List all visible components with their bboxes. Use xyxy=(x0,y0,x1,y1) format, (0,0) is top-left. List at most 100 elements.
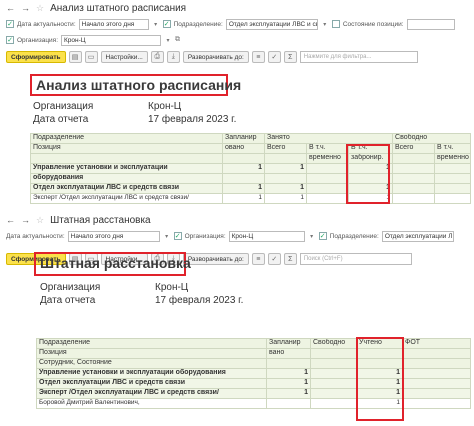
dept-field[interactable]: Отдел эксплуатации ЛВС и связи xyxy=(381,230,454,242)
row-planned: 1 xyxy=(266,378,311,389)
org-checkbox[interactable]: ✓ xyxy=(6,36,14,44)
expand-to-button[interactable]: Разворачивать до: xyxy=(182,51,249,63)
table-row[interactable]: Боровой Дмитрий Валентинович, 1 xyxy=(36,398,471,409)
settings-button[interactable]: Настройки... xyxy=(100,51,148,63)
row-total: 1 xyxy=(264,193,307,204)
chevron-down-icon[interactable]: ▾ xyxy=(163,233,171,240)
table-row[interactable]: Управление установки и эксплуатации 1 1 … xyxy=(30,163,472,174)
sum-icon[interactable]: Σ xyxy=(283,253,297,265)
chevron-down-icon[interactable]: ▾ xyxy=(321,21,329,28)
dept-checkbox[interactable]: ✓ xyxy=(318,232,327,240)
col-header-total: Всего xyxy=(264,143,307,154)
favorite-star-icon[interactable]: ☆ xyxy=(36,215,44,226)
row-name: Отдел эксплуатации ЛВС и средств связи xyxy=(30,183,223,194)
row-name: Управление установки и эксплуатации обор… xyxy=(36,368,267,379)
table-row[interactable]: Отдел эксплуатации ЛВС и средств связи 1… xyxy=(30,183,472,194)
search-input[interactable]: Поиск (Ctrl+F) xyxy=(299,253,412,265)
org-field[interactable]: Крон-Ц xyxy=(61,34,162,46)
table-row[interactable]: Отдел эксплуатации ЛВС и средств связи 1… xyxy=(36,378,471,389)
org-field[interactable]: Крон-Ц xyxy=(228,230,305,242)
placement-table: Подразделение Запланир Свободно Учтено Ф… xyxy=(36,338,471,409)
level-icon[interactable]: ≡ xyxy=(251,253,265,265)
report-area: Анализ штатного расписания Организация К… xyxy=(0,68,474,212)
col-header-planned: Запланир xyxy=(222,133,265,144)
report-window-staff-placement: ← → ☆ Штатная расстановка Дата актуально… xyxy=(0,212,474,426)
col-header-planned-2: вано xyxy=(266,348,311,359)
table-row[interactable]: Эксперт /Отдел эксплуатации ЛВС и средст… xyxy=(30,193,472,204)
col-header-planned-2: овано xyxy=(222,143,265,154)
col-header-free-temp: В т.ч. xyxy=(434,143,472,154)
col-header-occupied: Занято xyxy=(263,133,394,144)
col-header-free-temp-2: временно xyxy=(434,153,472,164)
state-checkbox[interactable] xyxy=(331,20,340,28)
highlight-reserved-column xyxy=(346,144,390,204)
print-icon[interactable]: ⎙ xyxy=(150,51,164,63)
dept-label: Подразделение: xyxy=(329,232,379,240)
org-caption: Организация xyxy=(40,282,101,293)
row-name: Эксперт /Отдел эксплуатации ЛВС и средст… xyxy=(30,193,223,204)
save-icon[interactable]: ▤ xyxy=(68,51,82,63)
col-header-position: Позиция xyxy=(36,348,267,359)
report-title: Штатная расстановка xyxy=(40,255,191,271)
report-area: Штатная расстановка Организация Крон-Ц Д… xyxy=(0,252,474,426)
filter-hint-field[interactable]: Нажмите для фильтра... xyxy=(299,51,418,63)
col-header-position: Позиция xyxy=(30,143,223,154)
col-header-temp: В т.ч. xyxy=(306,143,349,154)
col-header-planned: Запланир xyxy=(266,338,311,349)
forward-arrow-icon[interactable]: → xyxy=(21,215,30,225)
forward-arrow-icon[interactable]: → xyxy=(21,3,30,13)
window-title: Штатная расстановка xyxy=(50,214,151,226)
generate-button[interactable]: Сформировать xyxy=(6,51,66,63)
row-planned: 1 xyxy=(222,193,265,204)
row-name: Управление установки и эксплуатации xyxy=(30,163,223,174)
window-title: Анализ штатного расписания xyxy=(50,2,187,14)
org-value: Крон-Ц xyxy=(155,282,189,293)
dept-field[interactable]: Отдел эксплуатации ЛВС и связи xyxy=(225,18,318,30)
dept-checkbox[interactable]: ✓ xyxy=(162,20,171,28)
row-planned: 1 xyxy=(266,388,311,399)
row-name-cont: оборудования xyxy=(30,173,223,184)
date-caption: Дата отчета xyxy=(40,295,96,306)
check-icon[interactable]: ✓ xyxy=(267,253,281,265)
org-value: Крон-Ц xyxy=(148,101,182,112)
col-header-free: Свободно xyxy=(392,133,472,144)
chevron-down-icon[interactable]: ▾ xyxy=(308,233,316,240)
col-header-free: Свободно xyxy=(310,338,357,349)
row-name: Отдел эксплуатации ЛВС и средств связи xyxy=(36,378,267,389)
date-caption: Дата отчета xyxy=(33,114,89,125)
filter-row-2: ✓ Организация: Крон-Ц ▾ ⧉ xyxy=(0,32,474,48)
favorite-star-icon[interactable]: ☆ xyxy=(36,3,44,14)
open-icon[interactable]: ⧉ xyxy=(175,36,180,44)
chevron-down-icon[interactable]: ▾ xyxy=(164,37,172,44)
toolbar: Сформировать ▤ ▭ Настройки... ⎙ ⤓ Развор… xyxy=(0,48,474,66)
filter-row-1: ✓ Дата актуальности: Начало этого дня ▾ … xyxy=(0,16,474,32)
report-window-staffing-analysis: ← → ☆ Анализ штатного расписания ✓ Дата … xyxy=(0,0,474,212)
check-icon[interactable]: ✓ xyxy=(267,51,281,63)
date-field[interactable]: Начало этого дня xyxy=(78,18,149,30)
window-titlebar: ← → ☆ Штатная расстановка xyxy=(0,212,474,228)
analysis-table: Подразделение Запланир Занято Свободно П… xyxy=(30,133,472,204)
level-icon[interactable]: ≡ xyxy=(251,51,265,63)
back-arrow-icon[interactable]: ← xyxy=(6,3,15,13)
org-checkbox[interactable]: ✓ xyxy=(173,232,182,240)
table-row[interactable]: Эксперт /Отдел эксплуатации ЛВС и средст… xyxy=(36,388,471,399)
col-header-employee: Сотрудник, Состояние xyxy=(36,358,267,369)
sum-icon[interactable]: Σ xyxy=(283,51,297,63)
chevron-down-icon[interactable]: ▾ xyxy=(152,21,160,28)
col-header-free-total: Всего xyxy=(392,143,436,154)
date-field[interactable]: Начало этого дня xyxy=(67,230,160,242)
row-planned xyxy=(266,398,311,409)
date-checkbox[interactable]: ✓ xyxy=(6,20,14,28)
export-icon[interactable]: ⤓ xyxy=(166,51,180,63)
dept-label: Подразделение: xyxy=(173,20,223,28)
table-row[interactable]: оборудования xyxy=(30,173,472,184)
table-row[interactable]: Управление установки и эксплуатации обор… xyxy=(36,368,471,379)
filter-row: Дата актуальности: Начало этого дня ▾ ✓ … xyxy=(0,228,474,244)
state-field[interactable] xyxy=(406,18,455,30)
state-label: Состояние позиции: xyxy=(342,20,404,28)
row-total: 1 xyxy=(264,183,307,194)
folder-icon[interactable]: ▭ xyxy=(84,51,98,63)
org-caption: Организация xyxy=(33,101,94,112)
date-label: Дата актуальности: xyxy=(17,20,76,28)
back-arrow-icon[interactable]: ← xyxy=(6,215,15,225)
